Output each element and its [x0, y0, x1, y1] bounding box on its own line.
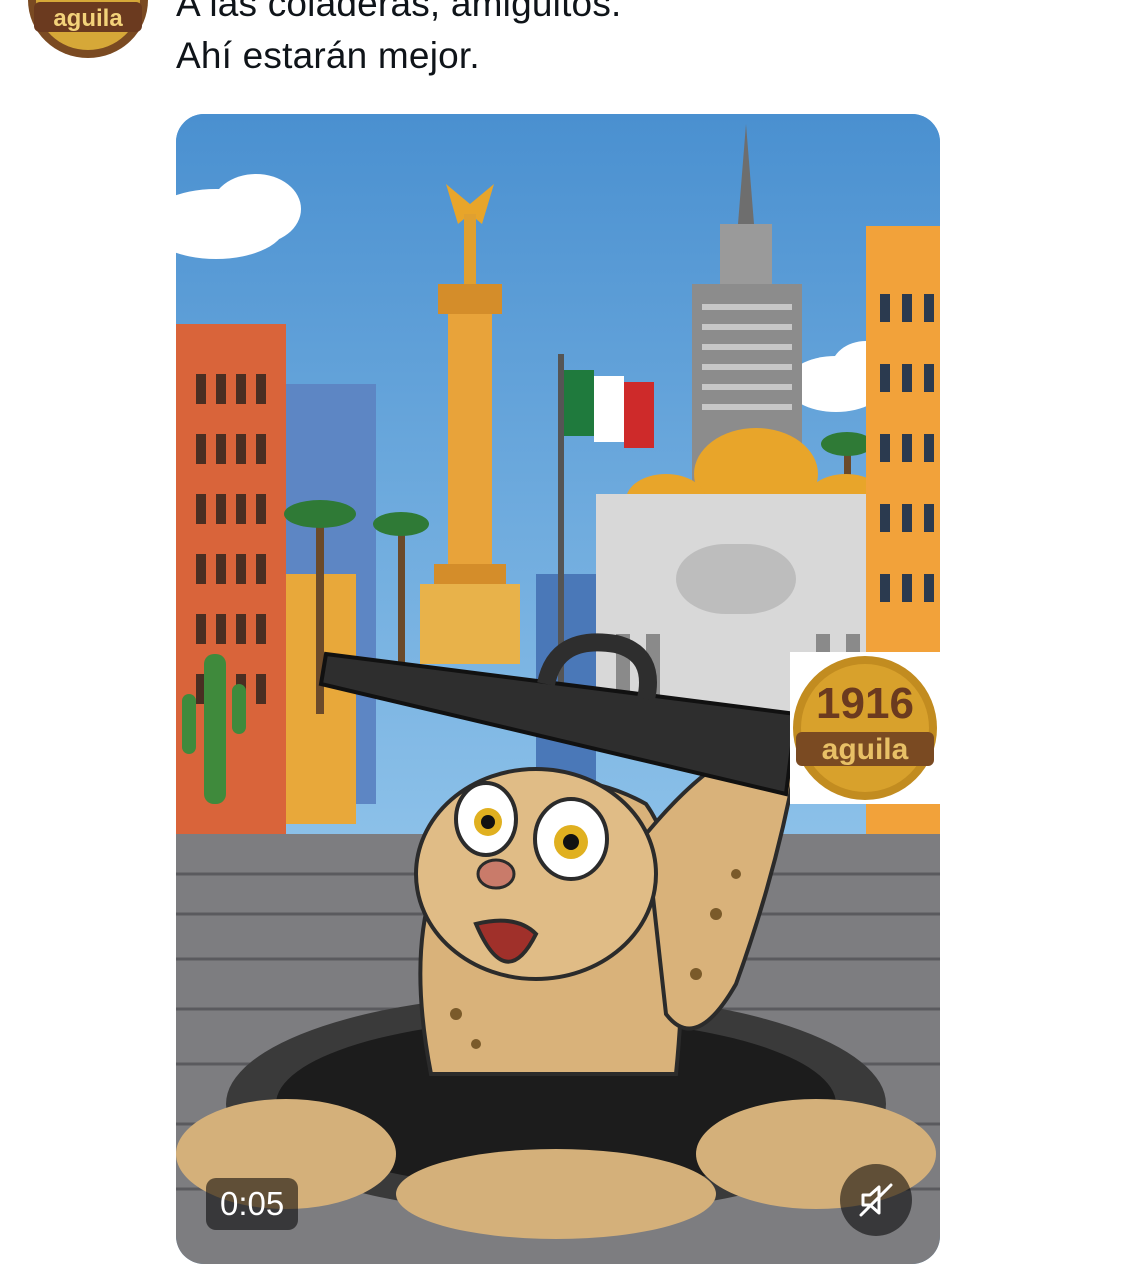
- aguila-logo-icon: aguila: [28, 0, 148, 58]
- tweet-text: A las coladeras, amiguitos. Ahí estarán …: [176, 0, 622, 82]
- avatar-brand-text: aguila: [53, 5, 123, 32]
- video-media[interactable]: 1916 aguila 0:05: [176, 114, 940, 1264]
- author-avatar[interactable]: aguila: [26, 0, 150, 60]
- tweet-line: A las coladeras, amiguitos.: [176, 0, 622, 24]
- aguila-1916-logo-icon: 1916 aguila: [793, 656, 937, 800]
- badge-brand: aguila: [822, 733, 909, 766]
- mute-button[interactable]: [840, 1164, 912, 1236]
- orange-building: [176, 324, 286, 834]
- badge-year: 1916: [816, 679, 914, 728]
- speaker-muted-icon: [859, 1183, 893, 1217]
- brand-badge: 1916 aguila: [790, 652, 940, 804]
- video-timestamp: 0:05: [206, 1178, 299, 1230]
- tweet-line: Ahí estarán mejor.: [176, 35, 480, 76]
